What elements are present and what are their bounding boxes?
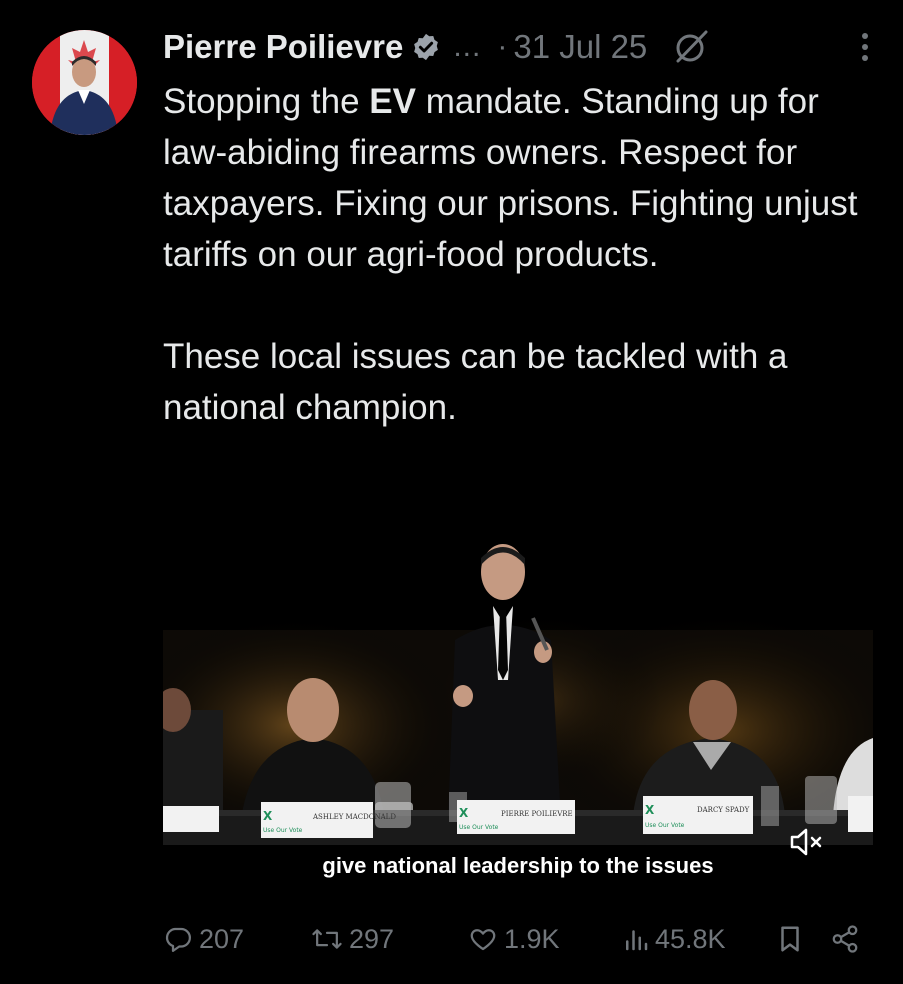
bookmark-button[interactable] xyxy=(777,924,803,954)
name-truncation: ... xyxy=(453,30,482,63)
mute-icon[interactable] xyxy=(788,826,828,858)
reply-button[interactable]: 207 xyxy=(163,924,244,955)
svg-text:X: X xyxy=(645,803,655,817)
video-caption: give national leadership to the issues xyxy=(322,853,714,878)
separator-dot: · xyxy=(497,30,508,63)
placard-logo-2: Use Our Vote xyxy=(459,824,499,831)
placard-2: PIERRE POILIEVRE xyxy=(501,810,573,818)
share-button[interactable] xyxy=(830,924,860,954)
text-segment: Stopping the xyxy=(163,82,370,121)
views-button[interactable]: 45.8K xyxy=(623,924,726,955)
placard-3: DARCY SPADY xyxy=(697,806,750,814)
views-icon xyxy=(623,924,649,954)
svg-text:X: X xyxy=(459,806,469,820)
action-bar: 207 297 1.9K 45.8K xyxy=(163,916,863,962)
post-paragraph-2: These local issues can be tackled with a… xyxy=(163,337,788,427)
reply-icon xyxy=(163,924,193,954)
like-icon xyxy=(468,924,498,954)
svg-text:X: X xyxy=(263,809,273,823)
repost-count: 297 xyxy=(349,923,395,954)
placard-1: ASHLEY MACDONALD xyxy=(312,813,396,821)
grok-icon[interactable] xyxy=(671,27,711,67)
video-frame: X X X ASHLEY MACDONALD PIERRE POILIEVRE … xyxy=(163,510,873,900)
more-icon[interactable] xyxy=(857,30,873,64)
reply-count: 207 xyxy=(199,923,245,954)
repost-button[interactable]: 297 xyxy=(311,924,394,955)
video-player[interactable]: X X X ASHLEY MACDONALD PIERRE POILIEVRE … xyxy=(163,510,873,900)
ev-bold-text: EV xyxy=(369,82,416,121)
like-count: 1.9K xyxy=(504,923,560,954)
post-header: Pierre Poilievre ... · 31 Jul 25 xyxy=(163,22,873,72)
views-count: 45.8K xyxy=(655,923,726,954)
bookmark-icon xyxy=(777,924,803,954)
placard-logo-3: Use Our Vote xyxy=(645,822,685,829)
like-button[interactable]: 1.9K xyxy=(468,924,560,955)
avatar[interactable] xyxy=(32,30,137,135)
share-icon xyxy=(830,924,860,954)
post-text: Stopping the EV mandate. Standing up for… xyxy=(163,76,873,433)
verified-badge-icon[interactable] xyxy=(411,32,441,62)
post-date[interactable]: 31 Jul 25 xyxy=(513,28,647,66)
repost-icon xyxy=(311,924,343,954)
author-name[interactable]: Pierre Poilievre xyxy=(163,28,403,66)
post-paragraph-1: Stopping the EV mandate. Standing up for… xyxy=(163,76,873,280)
placard-logo-1: Use Our Vote xyxy=(263,827,303,834)
